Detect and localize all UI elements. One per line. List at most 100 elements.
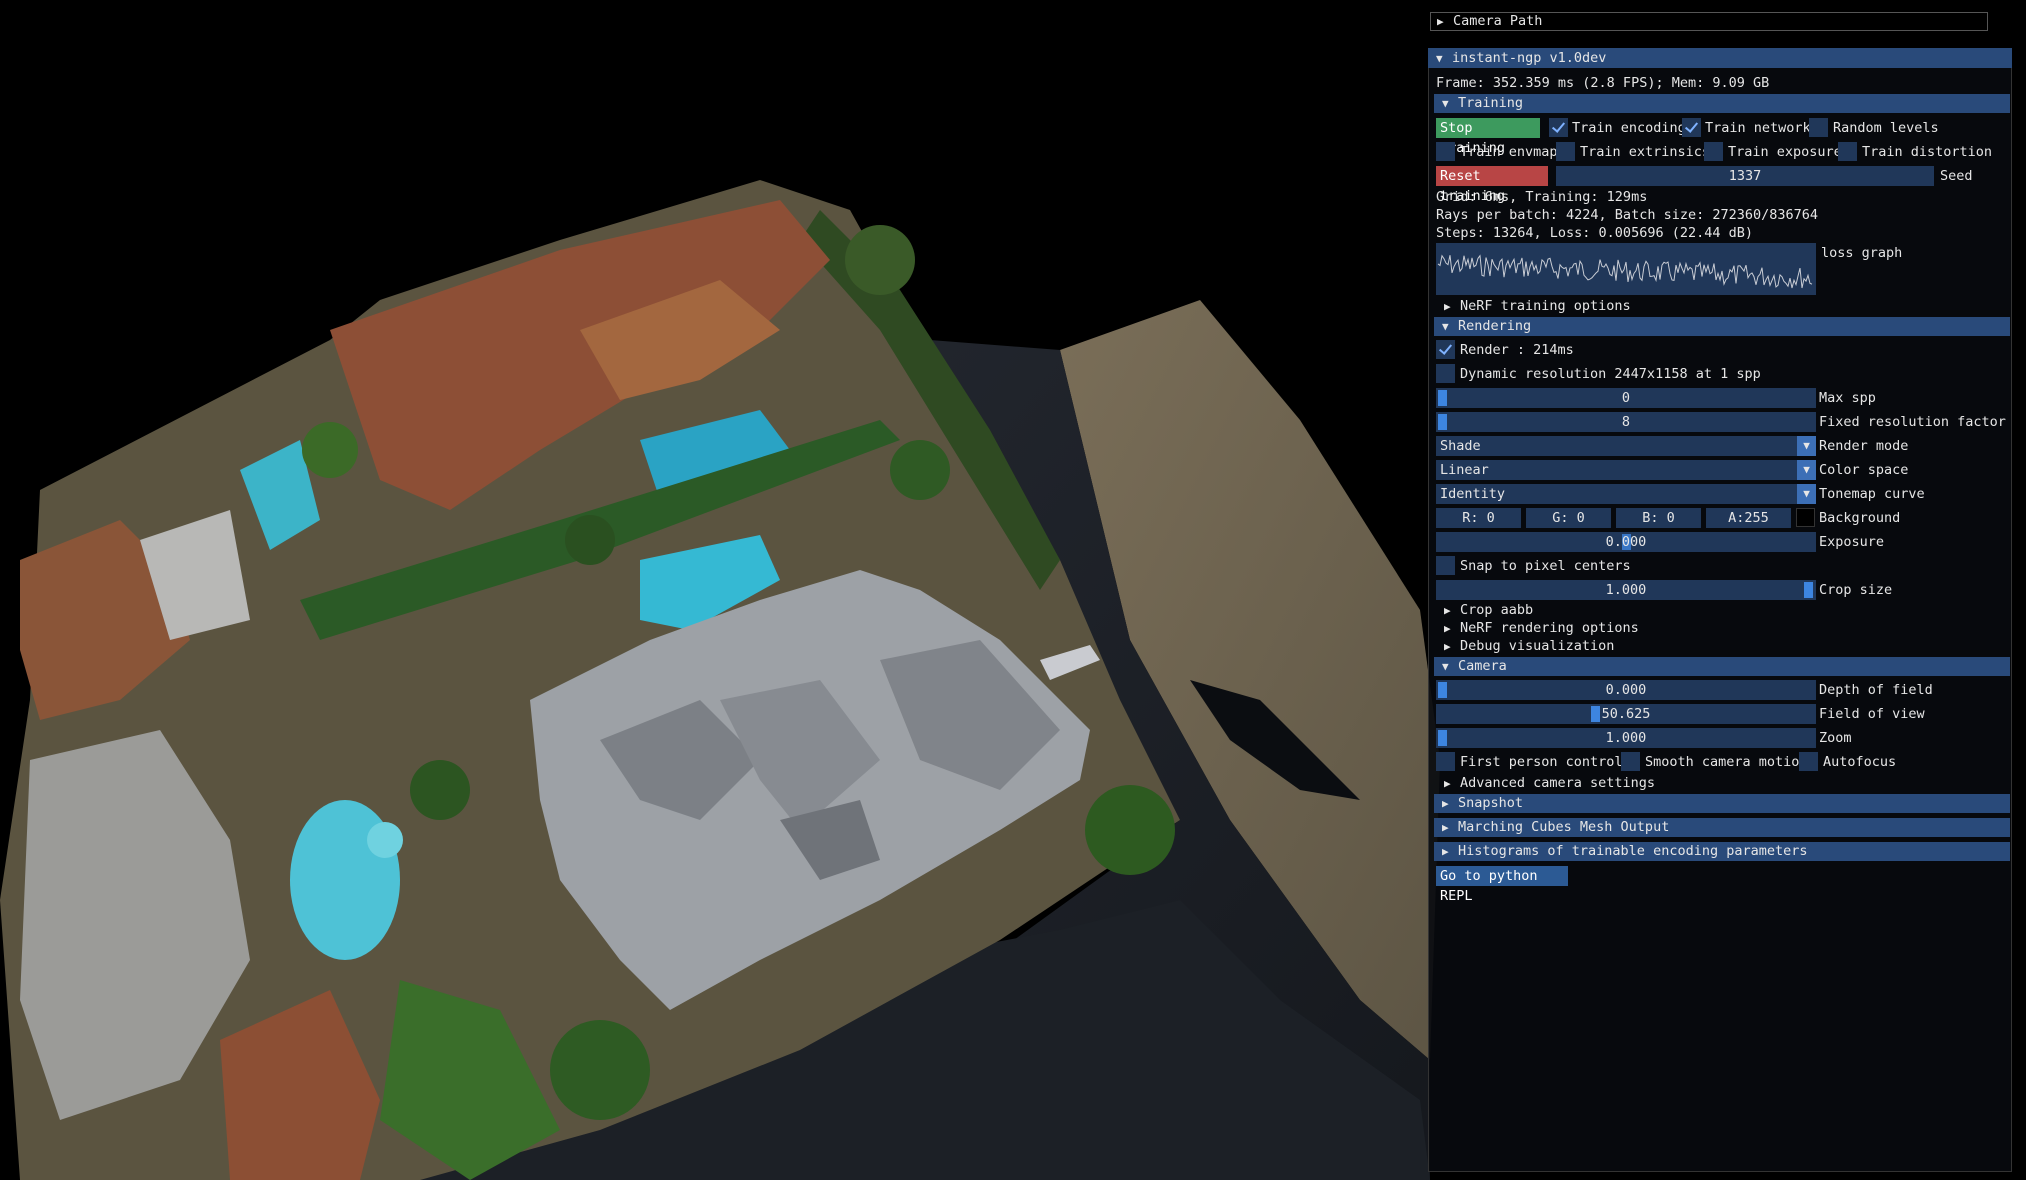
snap-pixel-centers-label: Snap to pixel centers (1460, 558, 1631, 574)
camera-header-label: Camera (1458, 658, 1507, 674)
triangle-right-icon: ▶ (1444, 604, 1451, 617)
slider-grab[interactable] (1438, 682, 1447, 698)
train-extrinsics-label: Train extrinsics (1580, 144, 1711, 160)
slider-grab[interactable] (1438, 414, 1447, 430)
exposure-value: 0.000 (1605, 534, 1647, 550)
tree (890, 440, 950, 500)
python-repl-button[interactable]: Go to python REPL (1436, 866, 1568, 904)
background-color-swatch[interactable] (1796, 508, 1815, 527)
dynamic-resolution-label: Dynamic resolution 2447x1158 at 1 spp (1460, 366, 1761, 382)
exposure-slider[interactable]: 0.000 (1436, 532, 1816, 552)
seed-label: Seed (1940, 168, 1973, 184)
snapshot-header[interactable]: ▶ Snapshot (1434, 794, 2010, 813)
train-encoding-checkbox[interactable] (1549, 118, 1568, 137)
fixed-resolution-value: 8 (1621, 414, 1631, 430)
marching-cubes-header[interactable]: ▶ Marching Cubes Mesh Output (1434, 818, 2010, 837)
crop-size-value: 1.000 (1605, 582, 1647, 598)
window-title: instant-ngp v1.0dev (1452, 50, 1607, 66)
camera-header[interactable]: ▼ Camera (1434, 657, 2010, 676)
nerf-rendering-options-node[interactable]: ▶ NeRF rendering options (1444, 619, 1639, 637)
tree (845, 225, 915, 295)
background-label: Background (1819, 510, 1901, 526)
triangle-right-icon: ▶ (1442, 845, 1449, 858)
autofocus-checkbox[interactable] (1799, 752, 1818, 771)
triangle-right-icon: ▶ (1444, 300, 1451, 313)
smooth-motion-checkbox[interactable] (1621, 752, 1640, 771)
train-extrinsics-checkbox[interactable] (1556, 142, 1575, 161)
seed-input[interactable]: 1337 (1556, 166, 1934, 186)
combo-arrow-icon: ▼ (1797, 484, 1816, 504)
train-distortion-checkbox[interactable] (1838, 142, 1857, 161)
background-g-input[interactable]: G: 0 (1526, 508, 1611, 528)
max-spp-value: 0 (1621, 390, 1631, 406)
zoom-slider[interactable]: 1.000 (1436, 728, 1816, 748)
nerf-training-options-node[interactable]: ▶ NeRF training options (1444, 296, 1631, 316)
exposure-label: Exposure (1819, 534, 1885, 550)
rendering-header[interactable]: ▼ Rendering (1434, 317, 2010, 336)
triangle-down-icon: ▼ (1442, 97, 1449, 110)
background-a-input[interactable]: A:255 (1706, 508, 1791, 528)
color-space-combo[interactable]: Linear ▼ (1436, 460, 1816, 480)
tonemap-combo[interactable]: Identity ▼ (1436, 484, 1816, 504)
first-person-checkbox[interactable] (1436, 752, 1455, 771)
triangle-right-icon: ▶ (1442, 797, 1449, 810)
slider-grab[interactable] (1591, 706, 1600, 722)
crop-size-slider[interactable]: 1.000 (1436, 580, 1816, 600)
render-checkbox[interactable] (1436, 340, 1455, 359)
tree (550, 1020, 650, 1120)
camera-path-title: Camera Path (1453, 13, 1543, 29)
fixed-resolution-slider[interactable]: 8 (1436, 412, 1816, 432)
window-title-bar[interactable]: ▼ instant-ngp v1.0dev (1428, 48, 2012, 68)
train-envmap-checkbox[interactable] (1436, 142, 1455, 161)
background-r-input[interactable]: R: 0 (1436, 508, 1521, 528)
advanced-camera-node[interactable]: ▶ Advanced camera settings (1444, 774, 1655, 792)
render-mode-value: Shade (1440, 438, 1481, 454)
training-header-label: Training (1458, 95, 1524, 111)
debug-visualization-label: Debug visualization (1460, 638, 1615, 654)
training-header[interactable]: ▼ Training (1434, 94, 2010, 113)
smooth-motion-label: Smooth camera motion (1645, 754, 1808, 770)
crop-aabb-node[interactable]: ▶ Crop aabb (1444, 601, 1533, 619)
advanced-camera-label: Advanced camera settings (1460, 775, 1656, 791)
debug-visualization-node[interactable]: ▶ Debug visualization (1444, 637, 1614, 655)
reset-training-button[interactable]: Reset training (1436, 166, 1548, 204)
field-of-view-label: Field of view (1819, 706, 1925, 722)
loss-graph (1436, 243, 1816, 295)
tree (410, 760, 470, 820)
training-batch-info: Rays per batch: 4224, Batch size: 272360… (1436, 207, 1819, 223)
train-exposure-checkbox[interactable] (1704, 142, 1723, 161)
render-mode-combo[interactable]: Shade ▼ (1436, 436, 1816, 456)
tree (565, 515, 615, 565)
stop-training-button[interactable]: Stop training (1436, 118, 1540, 156)
triangle-right-icon: ▶ (1437, 15, 1444, 28)
crop-aabb-label: Crop aabb (1460, 602, 1534, 618)
rendering-header-label: Rendering (1458, 318, 1532, 334)
field-of-view-value: 50.625 (1601, 706, 1651, 722)
triangle-right-icon: ▶ (1444, 622, 1451, 635)
slider-grab[interactable] (1438, 730, 1447, 746)
dynamic-resolution-checkbox[interactable] (1436, 364, 1455, 383)
max-spp-label: Max spp (1819, 390, 1876, 406)
combo-arrow-icon: ▼ (1797, 460, 1816, 480)
training-timing: Grid: 6ms, Training: 129ms (1436, 189, 1648, 205)
train-envmap-label: Train envmap (1460, 144, 1558, 160)
render-label: Render : 214ms (1460, 342, 1574, 358)
field-of-view-slider[interactable]: 50.625 (1436, 704, 1816, 724)
snap-pixel-centers-checkbox[interactable] (1436, 556, 1455, 575)
color-space-label: Color space (1819, 462, 1909, 478)
train-network-checkbox[interactable] (1682, 118, 1701, 137)
triangle-down-icon: ▼ (1436, 52, 1443, 65)
depth-of-field-label: Depth of field (1819, 682, 1933, 698)
color-space-value: Linear (1440, 462, 1489, 478)
depth-of-field-slider[interactable]: 0.000 (1436, 680, 1816, 700)
fixed-resolution-label: Fixed resolution factor (1819, 414, 2006, 430)
max-spp-slider[interactable]: 0 (1436, 388, 1816, 408)
triangle-down-icon: ▼ (1442, 660, 1449, 673)
random-levels-checkbox[interactable] (1809, 118, 1828, 137)
tonemap-value: Identity (1440, 486, 1506, 502)
histograms-header[interactable]: ▶ Histograms of trainable encoding parame… (1434, 842, 2010, 861)
slider-grab[interactable] (1438, 390, 1447, 406)
camera-path-window[interactable]: ▶ Camera Path (1430, 12, 1988, 31)
slider-grab[interactable] (1804, 582, 1813, 598)
background-b-input[interactable]: B: 0 (1616, 508, 1701, 528)
